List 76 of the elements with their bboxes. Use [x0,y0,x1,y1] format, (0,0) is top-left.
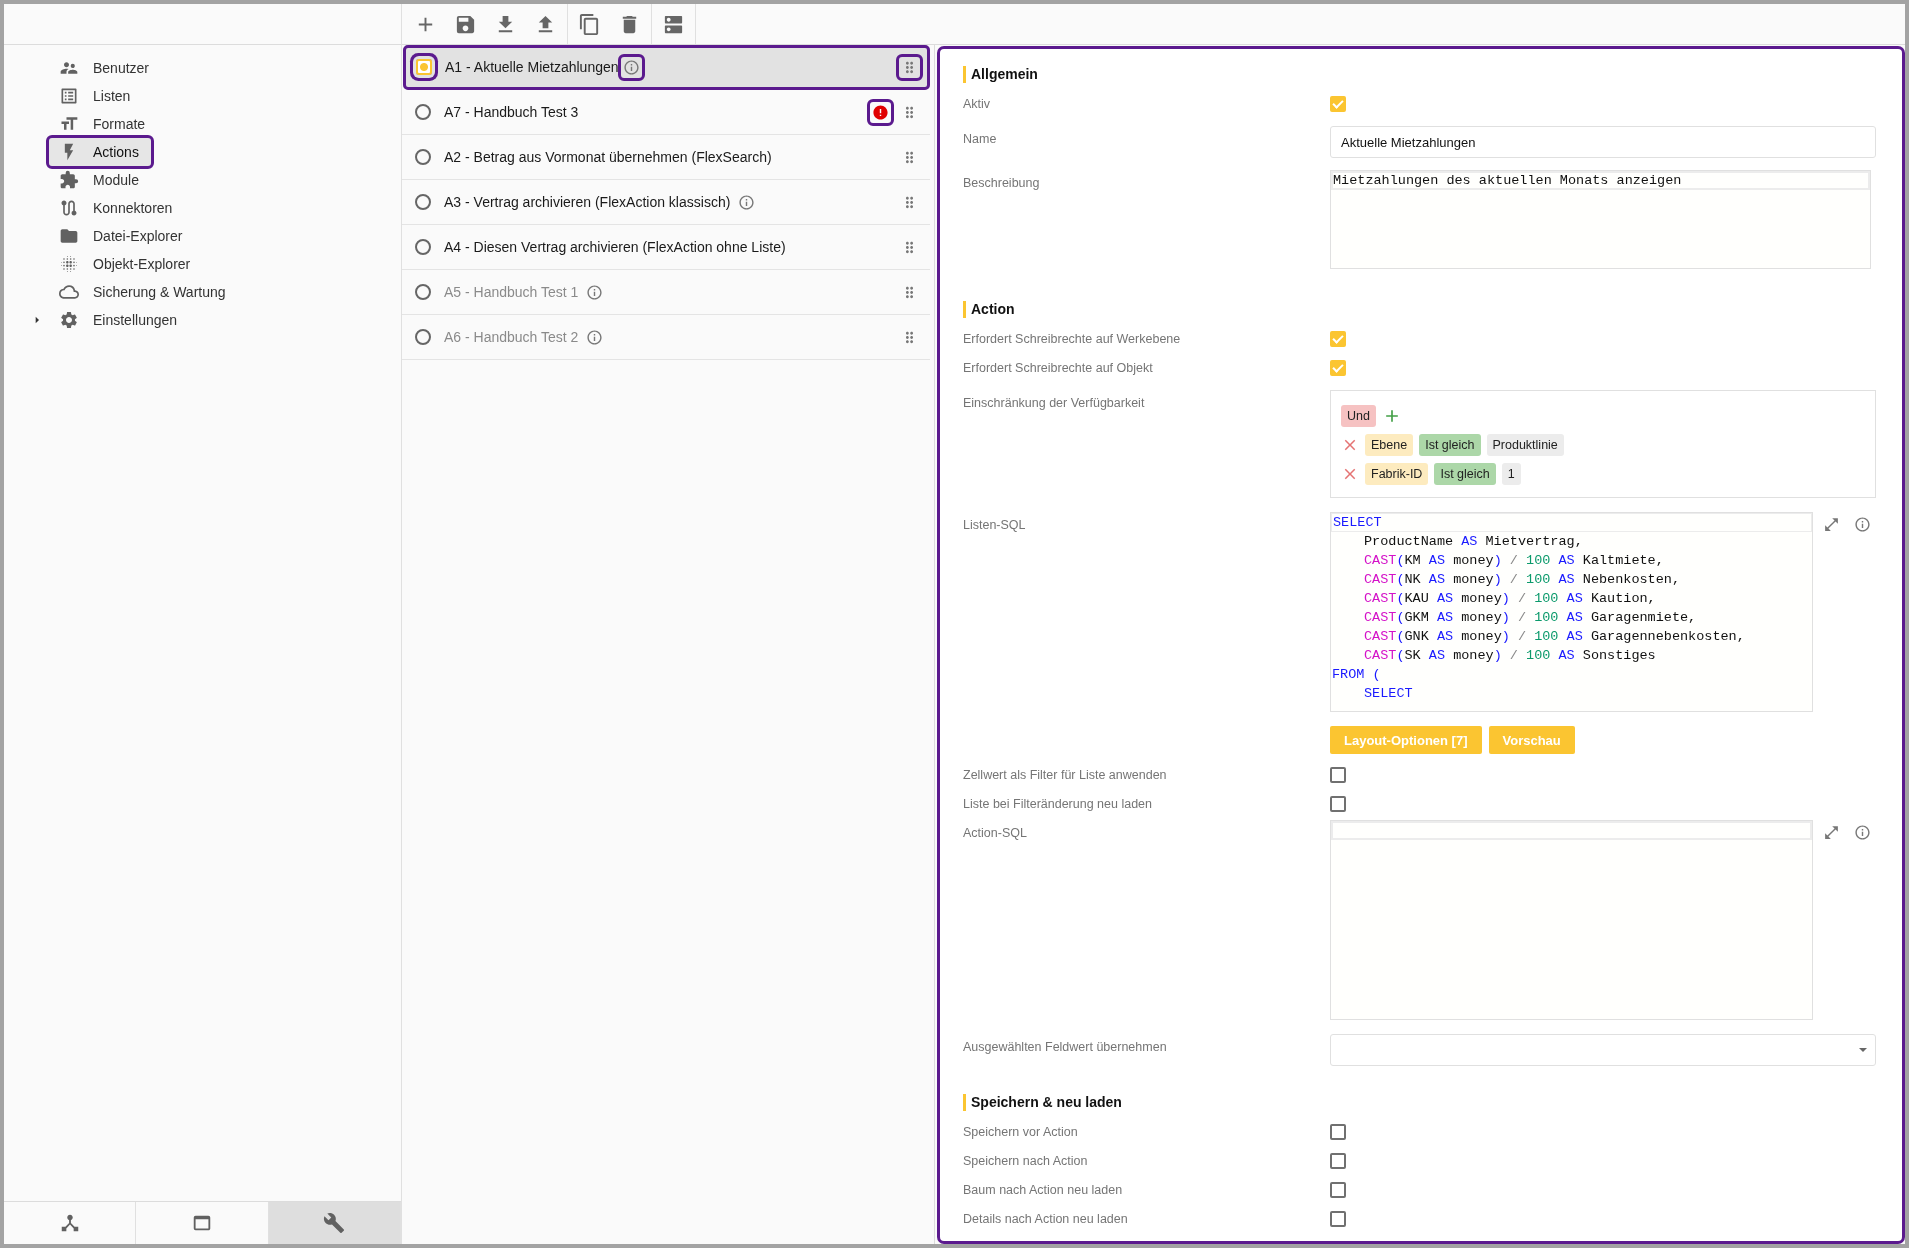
code-line: CAST(GKM AS money) / 100 AS Garagenmiete, [1363,609,1698,627]
field-label: Liste bei Filteränderung neu laden [963,796,1154,811]
field-label: Aktiv [963,96,992,111]
section-heading: Allgemein [963,66,1876,83]
info-icon[interactable] [1854,516,1871,533]
route-icon [59,198,79,218]
sidebar-item[interactable]: Benutzer [49,54,162,82]
field-label: Zellwert als Filter für Liste anwenden [963,767,1168,782]
folder-icon [59,226,79,246]
field-label: Name [963,131,998,146]
condition-value[interactable]: Produktlinie [1486,434,1564,456]
code-line: CAST(GNK AS money) / 100 AS Garagennebenkosten, [1363,628,1746,646]
description-field[interactable]: Mietzahlungen des aktuellen Monats anzeigen [1330,170,1871,269]
sidebar-item[interactable]: Module [49,166,151,194]
condition-operator[interactable]: Ist gleich [1434,463,1496,485]
field-label: Action-SQL [963,825,1028,840]
sidebar-item[interactable]: Einstellungen [49,306,190,334]
section-heading: Action [963,301,1876,318]
condition-value[interactable]: 1 [1501,463,1521,485]
cloud-icon [59,282,79,302]
code-line: CAST(SK AS money) / 100 AS Sonstiges [1363,647,1657,665]
checkbox[interactable] [1330,1182,1346,1198]
field-label: Ausgewählten Feldwert übernehmen [963,1039,1168,1054]
field-label: Einschränkung der Verfügbarkeit [963,395,1146,410]
caret-icon [1859,1048,1867,1052]
name-field[interactable]: Aktuelle Mietzahlungen [1330,126,1876,158]
radio-button[interactable] [415,194,431,210]
action-list-item[interactable]: A1 - Aktuelle Mietzahlungen [403,45,930,90]
expand-icon[interactable] [1823,824,1840,841]
checkbox[interactable] [1330,1153,1346,1169]
radio-button[interactable] [415,149,431,165]
wrench-icon [323,1212,346,1234]
checkbox[interactable] [1330,1211,1346,1227]
field-label: Listen-SQL [963,517,1027,532]
code-line: SELECT [1363,685,1414,703]
logic-operator-chip[interactable]: Und [1341,405,1376,427]
radio-button[interactable] [415,239,431,255]
sidebar-item[interactable]: Datei-Explorer [49,222,195,250]
field-label: Erfordert Schreibrechte auf Objekt [963,360,1154,375]
condition-field[interactable]: Fabrik-ID [1365,463,1429,485]
checkbox[interactable] [1330,767,1346,783]
sql-editor[interactable] [1330,512,1813,712]
dropdown-field[interactable] [1330,1034,1876,1066]
condition-field[interactable]: Ebene [1365,434,1414,456]
field-label: Baum nach Action neu laden [963,1182,1124,1197]
section-heading: Speichern & neu laden [963,1094,1876,1111]
sidebar-item[interactable]: Konnektoren [49,194,185,222]
expand-icon[interactable] [1823,516,1840,533]
list-icon [59,86,79,106]
bottom-tab[interactable] [268,1202,401,1244]
field-label: Erfordert Schreibrechte auf Werkebene [963,331,1182,346]
puzzle-icon [59,170,79,190]
dots-icon [59,254,79,274]
info-icon[interactable] [620,56,642,78]
field-label: Details nach Action neu laden [963,1211,1129,1226]
radio-button[interactable] [415,104,431,120]
sidebar-item[interactable]: Formate [49,110,158,138]
code-line: CAST(NK AS money) / 100 AS Nebenkosten, [1363,571,1681,589]
sidebar-item[interactable]: Sicherung & Wartung [49,278,238,306]
copy-icon[interactable] [578,12,601,36]
drag-handle-icon[interactable] [899,56,920,78]
condition-operator[interactable]: Ist gleich [1419,434,1481,456]
field-label: Beschreibung [963,175,1041,190]
settings-icon [59,310,79,330]
checkbox[interactable] [1330,1124,1346,1140]
checkbox[interactable] [1330,796,1346,812]
code-line: CAST(KAU AS money) / 100 AS Kaution, [1363,590,1657,608]
field-label: Speichern nach Action [963,1153,1089,1168]
field-label: Speichern vor Action [963,1124,1079,1139]
sidebar-item[interactable]: Listen [49,82,143,110]
sidebar-item[interactable]: Objekt-Explorer [49,250,203,278]
code-line: ProductName AS Mietvertrag, [1363,533,1584,551]
code-line: CAST(KM AS money) / 100 AS Kaltmiete, [1363,552,1665,570]
code-line: FROM ( [1331,666,1382,684]
info-icon[interactable] [1854,824,1871,841]
sidebar-item[interactable]: Actions [49,138,151,166]
